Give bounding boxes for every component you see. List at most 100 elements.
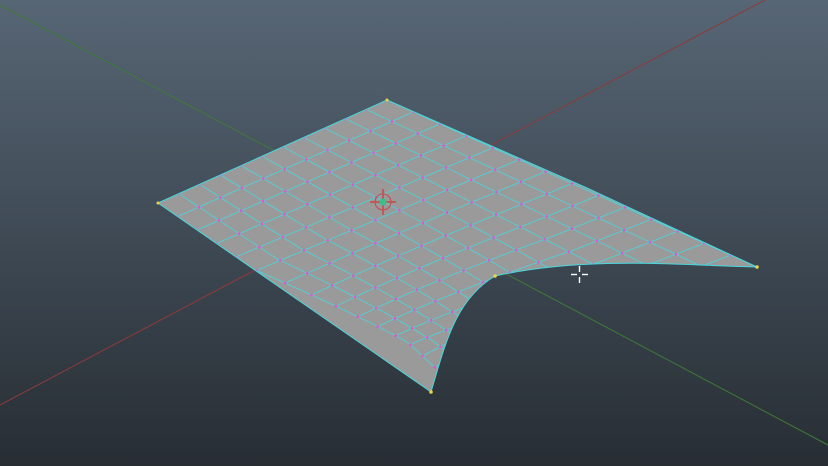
surface-vertex[interactable] <box>416 132 420 135</box>
surface-vertex[interactable] <box>500 292 504 296</box>
surface-vertex[interactable] <box>451 356 455 360</box>
surface-vertex[interactable] <box>517 304 521 307</box>
corner-vertex[interactable] <box>493 274 497 278</box>
surface-vertex[interactable] <box>480 331 483 334</box>
surface-vertex[interactable] <box>492 340 496 344</box>
surface-vertex[interactable] <box>490 312 494 316</box>
surface-vertex[interactable] <box>420 244 423 248</box>
surface-vertex[interactable] <box>615 274 619 278</box>
surface-vertex[interactable] <box>409 343 412 347</box>
surface-vertex[interactable] <box>469 223 472 227</box>
surface-vertex[interactable] <box>487 259 491 262</box>
surface-vertex[interactable] <box>374 306 378 310</box>
surface-vertex[interactable] <box>451 310 454 314</box>
surface-vertex[interactable] <box>674 252 678 256</box>
surface-vertex[interactable] <box>469 178 473 182</box>
surface-vertex[interactable] <box>444 234 448 237</box>
surface-vertex[interactable] <box>438 278 441 282</box>
surface-vertex[interactable] <box>393 317 397 320</box>
surface-vertex[interactable] <box>444 328 448 332</box>
surface-vertex[interactable] <box>415 288 419 292</box>
surface-vertex[interactable] <box>304 225 308 229</box>
surface-vertex[interactable] <box>429 319 433 322</box>
surface-vertex[interactable] <box>261 199 265 203</box>
surface-vertex[interactable] <box>458 338 461 341</box>
surface-vertex[interactable] <box>439 345 442 349</box>
surface-vertex[interactable] <box>390 120 394 123</box>
surface-vertex[interactable] <box>445 211 449 214</box>
surface-vertex[interactable] <box>374 241 377 245</box>
surface-vertex[interactable] <box>351 252 354 255</box>
surface-vertex[interactable] <box>326 239 330 242</box>
surface-vertex[interactable] <box>397 231 401 235</box>
surface-vertex[interactable] <box>394 297 398 301</box>
surface-vertex[interactable] <box>549 326 553 329</box>
surface-vertex[interactable] <box>457 290 460 294</box>
surface-vertex[interactable] <box>570 227 574 230</box>
surface-vertex[interactable] <box>394 334 397 338</box>
surface-vertex[interactable] <box>671 276 674 279</box>
surface-vertex[interactable] <box>351 206 355 209</box>
surface-vertex[interactable] <box>396 163 400 167</box>
surface-vertex[interactable] <box>474 301 478 305</box>
surface-vertex[interactable] <box>258 245 261 249</box>
surface-vertex[interactable] <box>328 170 331 174</box>
surface-vertex[interactable] <box>350 161 353 164</box>
surface-vertex[interactable] <box>433 365 436 369</box>
surface-vertex[interactable] <box>374 173 377 177</box>
surface-vertex[interactable] <box>543 238 546 241</box>
surface-vertex[interactable] <box>534 315 537 318</box>
surface-vertex[interactable] <box>418 266 421 270</box>
surface-vertex[interactable] <box>330 284 334 287</box>
surface-vertex[interactable] <box>219 196 222 199</box>
surface-vertex[interactable] <box>328 262 331 265</box>
surface-vertex[interactable] <box>646 264 649 267</box>
surface-vertex[interactable] <box>239 209 243 212</box>
surface-vertex[interactable] <box>283 167 287 171</box>
surface-vertex[interactable] <box>306 180 309 184</box>
surface-vertex[interactable] <box>571 204 574 208</box>
surface-vertex[interactable] <box>353 295 357 299</box>
surface-vertex[interactable] <box>305 271 309 275</box>
surface-vertex[interactable] <box>545 215 548 218</box>
surface-vertex[interactable] <box>281 235 285 239</box>
surface-vertex[interactable] <box>726 277 729 280</box>
surface-vertex[interactable] <box>237 232 241 235</box>
surface-vertex[interactable] <box>580 285 583 288</box>
surface-vertex[interactable] <box>520 202 523 206</box>
surface-vertex[interactable] <box>422 198 425 202</box>
surface-vertex[interactable] <box>328 216 331 219</box>
surface-vertex[interactable] <box>421 221 425 225</box>
corner-vertex[interactable] <box>156 201 160 205</box>
surface-vertex[interactable] <box>442 144 445 147</box>
surface-vertex[interactable] <box>584 317 587 321</box>
surface-vertex[interactable] <box>570 182 574 185</box>
surface-vertex[interactable] <box>419 154 423 157</box>
surface-vertex[interactable] <box>469 347 473 350</box>
surface-vertex[interactable] <box>595 239 599 243</box>
surface-vertex[interactable] <box>328 193 332 196</box>
surface-vertex[interactable] <box>374 286 377 289</box>
surface-vertex[interactable] <box>505 323 509 327</box>
surface-vertex[interactable] <box>648 240 652 244</box>
surface-vertex[interactable] <box>622 228 626 232</box>
surface-vertex[interactable] <box>466 321 470 324</box>
surface-vertex[interactable] <box>696 288 699 292</box>
surface-vertex[interactable] <box>519 225 522 229</box>
surface-vertex[interactable] <box>262 177 265 180</box>
surface-vertex[interactable] <box>284 190 287 193</box>
corner-vertex[interactable] <box>755 265 759 269</box>
surface-vertex[interactable] <box>306 203 309 206</box>
surface-vertex[interactable] <box>283 212 286 216</box>
surface-vertex[interactable] <box>494 213 498 216</box>
surface-vertex[interactable] <box>352 274 355 278</box>
surface-vertex[interactable] <box>495 190 498 194</box>
surface-vertex[interactable] <box>462 269 465 272</box>
surface-vertex[interactable] <box>514 248 518 252</box>
surface-vertex[interactable] <box>369 129 372 133</box>
surface-vertex[interactable] <box>326 148 329 152</box>
surface-vertex[interactable] <box>567 250 571 253</box>
surface-vertex[interactable] <box>304 158 308 161</box>
surface-vertex[interactable] <box>279 259 282 262</box>
surface-vertex[interactable] <box>545 192 549 196</box>
